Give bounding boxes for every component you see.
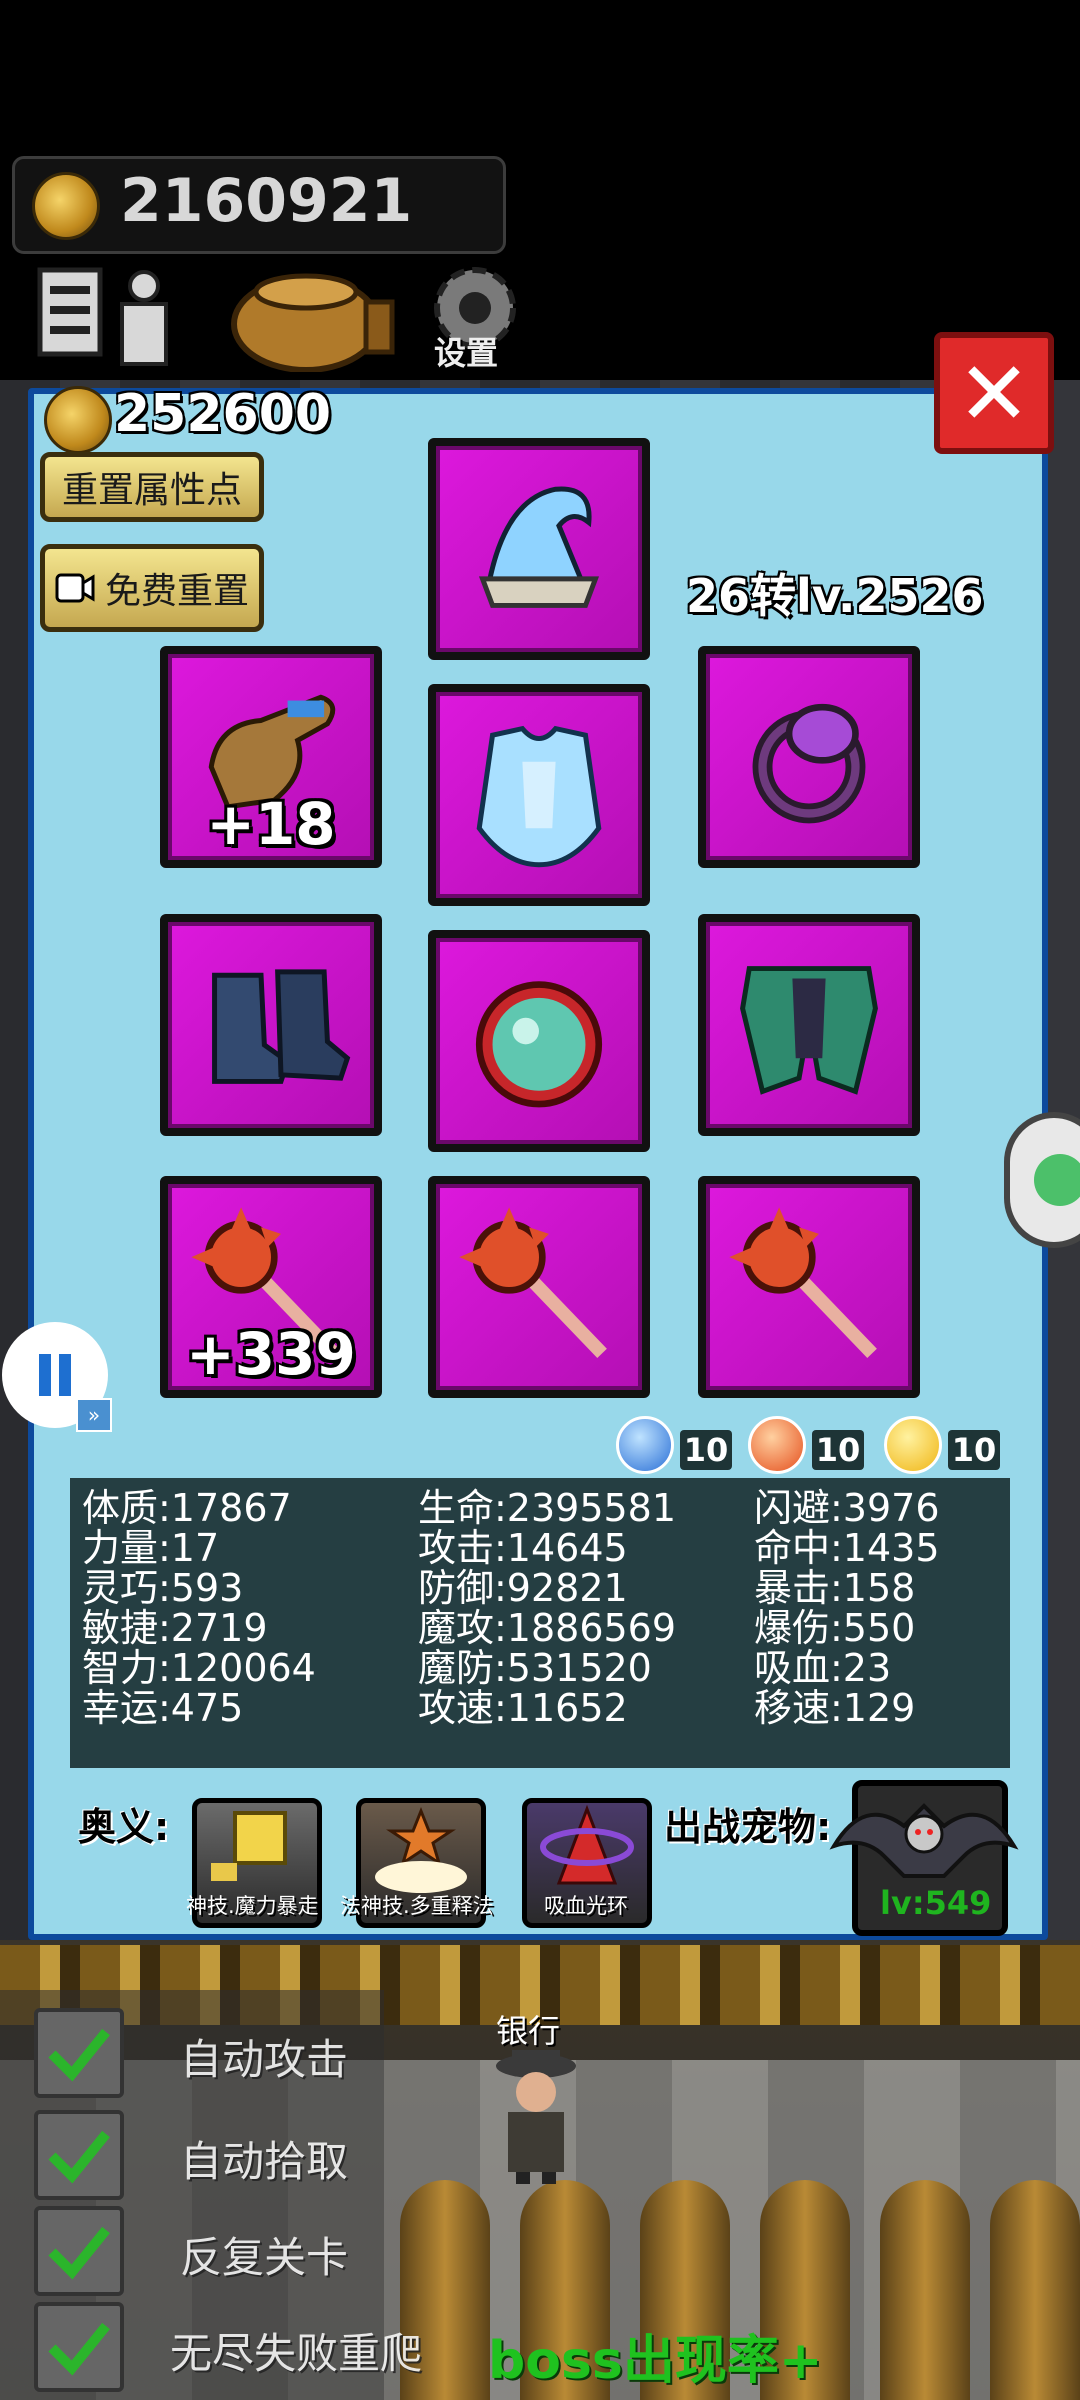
auto-pickup-checkbox[interactable]	[34, 2110, 124, 2200]
auto-pickup-label: 自动拾取	[180, 2137, 349, 2186]
skills-label: 奥义:	[78, 1805, 170, 1849]
vampire-aura-icon	[540, 1804, 634, 1885]
spiked-mace-icon	[729, 1207, 877, 1358]
stat-dexterity: 灵巧:593	[82, 1566, 244, 1610]
video-camera-icon	[55, 573, 95, 603]
checkmark-icon	[48, 2130, 110, 2184]
equip-slot-ring[interactable]	[698, 646, 920, 868]
water-gem-icon	[616, 1416, 674, 1474]
boots-icon	[212, 969, 351, 1084]
settings-button[interactable]: 设置	[420, 262, 530, 372]
gold-coin-icon	[32, 172, 100, 240]
equip-slot-pants[interactable]	[698, 914, 920, 1136]
panel-gold-amount: 252600	[114, 384, 332, 444]
equip-slot-weapon-1[interactable]: +339	[160, 1176, 382, 1398]
stat-move-speed: 移速:129	[754, 1686, 916, 1730]
stat-magic-attack: 魔攻:1886569	[418, 1606, 677, 1650]
fire-gem-icon	[748, 1416, 806, 1474]
stat-magic-defense: 魔防:531520	[418, 1646, 652, 1690]
endless-retry-label: 无尽失败重爬	[170, 2329, 423, 2378]
pause-icon	[39, 1354, 71, 1396]
stat-hp: 生命:2395581	[418, 1486, 677, 1530]
stat-agility: 敏捷:2719	[82, 1606, 268, 1650]
equip-slot-weapon-3[interactable]	[698, 1176, 920, 1398]
free-reset-button[interactable]: 免费重置	[40, 544, 264, 632]
magic-burst-icon	[211, 1811, 287, 1881]
stat-crit: 暴击:158	[754, 1566, 916, 1610]
boss-rate-text: boss出现率+	[488, 2331, 823, 2391]
stats-table: 体质:17867 力量:17 灵巧:593 敏捷:2719 智力:120064 …	[70, 1478, 1010, 1768]
pet-slot[interactable]: lv:549	[829, 1780, 1019, 1936]
fast-forward-button[interactable]: »	[76, 1398, 112, 1432]
equip-slot-armor[interactable]	[428, 684, 650, 906]
pet-level: lv:549	[880, 1884, 992, 1922]
pants-icon	[740, 966, 878, 1095]
reincarnation-level: 26转lv.2526	[686, 569, 984, 623]
checkmark-icon	[48, 2028, 110, 2082]
repeat-stage-label: 反复关卡	[180, 2233, 349, 2282]
quest-menu-icon[interactable]	[36, 262, 176, 372]
banker-npc[interactable]	[486, 2046, 586, 2186]
checkmark-icon	[48, 2226, 110, 2280]
equip-slot-boots[interactable]	[160, 914, 382, 1136]
lightning-gem-icon	[884, 1416, 942, 1474]
pillar	[990, 2180, 1080, 2400]
pillar	[880, 2180, 970, 2400]
enhance-level: +339	[186, 1320, 356, 1388]
stat-crit-damage: 爆伤:550	[754, 1606, 916, 1650]
bag-icon[interactable]	[226, 262, 396, 373]
settings-label: 设置	[434, 334, 499, 372]
free-reset-label: 免费重置	[104, 571, 249, 612]
endless-retry-checkbox[interactable]	[34, 2302, 124, 2392]
stat-defense: 防御:92821	[418, 1566, 628, 1610]
equip-slot-helmet[interactable]	[428, 438, 650, 660]
armor-vest-icon	[476, 725, 602, 868]
wizard-hat-icon	[478, 486, 600, 608]
reset-attributes-button[interactable]: 重置属性点	[40, 452, 264, 522]
close-icon: ✕	[957, 341, 1031, 445]
skill-name-3: 吸血光环	[544, 1894, 628, 1918]
floating-chat-button[interactable]	[1004, 1112, 1080, 1248]
equip-slot-necklace[interactable]	[428, 930, 650, 1152]
water-gem-count: 10	[680, 1430, 732, 1470]
enhance-level: +18	[206, 790, 336, 858]
reset-attributes-label: 重置属性点	[61, 470, 242, 511]
stat-accuracy: 命中:1435	[754, 1526, 940, 1570]
auto-attack-checkbox[interactable]	[34, 2008, 124, 2098]
checkmark-icon	[48, 2322, 110, 2376]
lightning-gem-count: 10	[948, 1430, 1000, 1470]
stat-attack-speed: 攻速:11652	[418, 1686, 628, 1730]
auto-attack-label: 自动攻击	[180, 2035, 349, 2084]
orb-amulet-icon	[475, 981, 603, 1108]
spiked-mace-icon	[459, 1207, 607, 1358]
gold-coin-icon	[44, 386, 112, 454]
skill-name-1: 神技.魔力暴走	[186, 1894, 319, 1918]
ring-icon	[752, 703, 866, 824]
stat-intelligence: 智力:120064	[82, 1646, 316, 1690]
pet-label: 出战宠物:	[664, 1805, 832, 1849]
fast-forward-icon: »	[87, 1403, 101, 1427]
skill-name-2: 法神技.多重释法	[340, 1894, 494, 1918]
stat-attack: 攻击:14645	[418, 1526, 628, 1570]
fire-gem-count: 10	[812, 1430, 864, 1470]
close-button[interactable]: ✕	[934, 332, 1054, 454]
equip-slot-gloves[interactable]: +18	[160, 646, 382, 868]
chat-icon	[1034, 1154, 1080, 1206]
stat-dodge: 闪避:3976	[754, 1486, 940, 1530]
stat-constitution: 体质:17867	[82, 1486, 292, 1530]
equip-slot-weapon-2[interactable]	[428, 1176, 650, 1398]
stat-luck: 幸运:475	[82, 1686, 244, 1730]
repeat-stage-checkbox[interactable]	[34, 2206, 124, 2296]
stat-strength: 力量:17	[82, 1526, 220, 1570]
stat-lifesteal: 吸血:23	[754, 1646, 892, 1690]
multi-cast-icon	[375, 1806, 467, 1893]
gold-amount: 2160921	[120, 166, 413, 236]
